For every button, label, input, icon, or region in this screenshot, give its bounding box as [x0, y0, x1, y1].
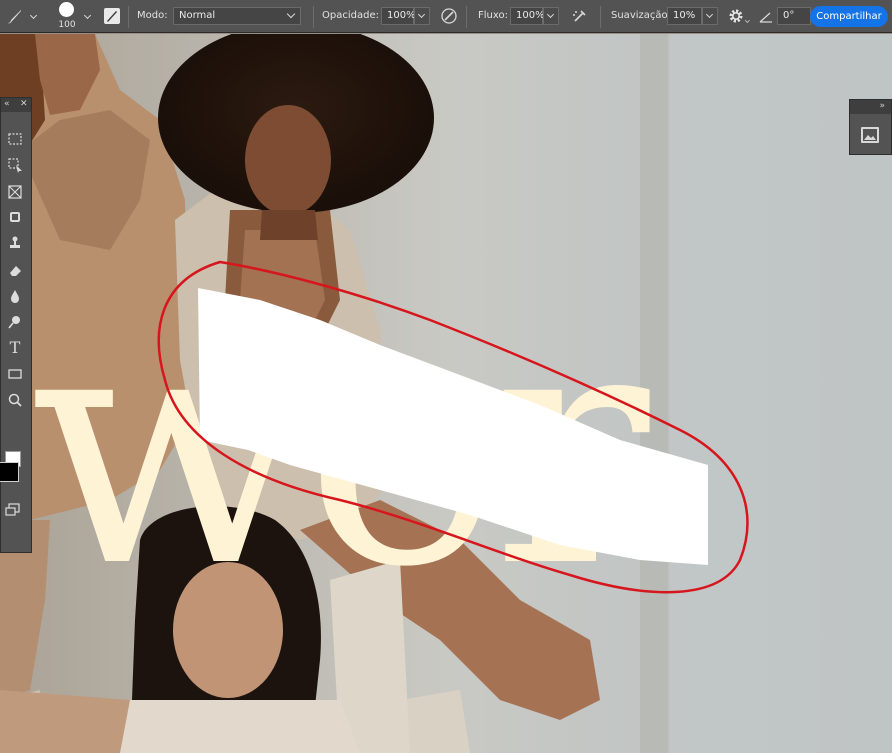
mode-select[interactable]: Normal	[173, 7, 301, 25]
flow-label: Fluxo:	[478, 10, 508, 21]
blur-tool[interactable]	[3, 286, 27, 308]
airbrush-icon[interactable]	[571, 7, 589, 25]
type-tool-glyph: T	[9, 338, 21, 357]
angle-input[interactable]: 0°	[777, 7, 811, 25]
healing-brush-tool[interactable]	[3, 207, 27, 229]
tool-preset-caret-icon[interactable]	[27, 9, 39, 21]
separator	[313, 6, 314, 28]
type-tool[interactable]: T	[3, 338, 27, 360]
panel-dock-header: »	[850, 100, 891, 114]
brush-preset-picker[interactable]: 100	[56, 2, 78, 32]
smoothing-label: Suavização:	[611, 10, 671, 21]
opacity-input[interactable]: 100%	[381, 7, 416, 25]
frame-tool[interactable]	[3, 182, 27, 204]
angle-icon	[759, 9, 773, 23]
tools-panel-header: « ✕	[1, 98, 31, 112]
brush-tip-icon	[59, 2, 74, 17]
foreground-color-swatch[interactable]	[0, 462, 19, 482]
brush-settings-icon[interactable]	[104, 8, 120, 24]
separator	[600, 6, 601, 28]
rectangle-tool[interactable]	[3, 364, 27, 386]
clone-stamp-tool[interactable]	[3, 233, 27, 255]
dodge-tool[interactable]	[3, 312, 27, 334]
pressure-opacity-icon[interactable]	[440, 7, 458, 25]
brush-size: 100	[58, 20, 76, 30]
document-canvas[interactable]: wer	[0, 34, 892, 753]
opacity-dropdown[interactable]	[414, 7, 430, 25]
options-bar: 100 Modo: Normal Opacidade: 100% Fluxo: …	[0, 0, 892, 33]
navigator-icon[interactable]	[861, 127, 879, 143]
share-button[interactable]: Compartilhar	[810, 6, 888, 27]
brush-preset-caret-icon[interactable]	[81, 9, 93, 21]
gear-caret-icon[interactable]	[743, 16, 751, 24]
chevron-down-icon	[286, 9, 296, 19]
smoothing-input[interactable]: 10%	[667, 7, 702, 25]
smoothing-dropdown[interactable]	[702, 7, 718, 25]
zoom-tool[interactable]	[3, 390, 27, 412]
object-select-tool[interactable]	[3, 155, 27, 177]
flow-dropdown[interactable]	[543, 7, 559, 25]
separator	[128, 6, 129, 28]
opacity-label: Opacidade:	[322, 10, 379, 21]
mode-label: Modo:	[137, 10, 168, 21]
separator	[466, 6, 467, 28]
collapse-icon[interactable]: «	[4, 99, 10, 109]
annotation-layer	[157, 260, 749, 594]
gear-icon[interactable]	[728, 8, 744, 24]
marquee-tool[interactable]	[3, 129, 27, 151]
mode-value: Normal	[179, 10, 216, 21]
brush-tool-icon[interactable]	[5, 8, 23, 26]
collapsed-panel-dock: »	[849, 99, 892, 155]
tools-panel: « ✕ T	[0, 97, 32, 553]
close-icon[interactable]: ✕	[20, 99, 28, 109]
flow-input[interactable]: 100%	[510, 7, 545, 25]
expand-icon[interactable]: »	[879, 101, 885, 111]
screen-mode-icon[interactable]	[5, 502, 21, 516]
eraser-tool[interactable]	[3, 260, 27, 282]
